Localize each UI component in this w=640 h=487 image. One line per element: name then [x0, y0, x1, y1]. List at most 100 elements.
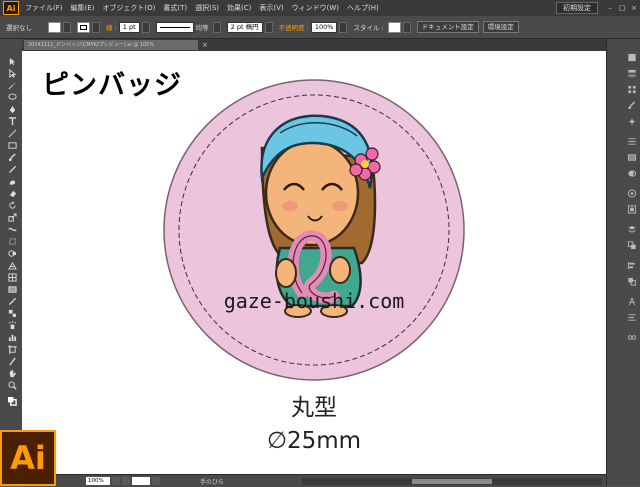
status-bar: 100% 手のひら [22, 474, 606, 487]
prev-artboard-button[interactable] [122, 477, 130, 485]
stroke-panel-icon[interactable] [627, 137, 637, 146]
stroke-dropdown-icon[interactable] [92, 21, 100, 33]
brushes-panel-icon[interactable] [627, 101, 637, 110]
pathfinder-panel-icon[interactable] [627, 277, 637, 286]
brush-field[interactable]: 2 pt 楕円 [226, 21, 263, 33]
size-label: ∅25mm [266, 428, 362, 454]
eyedropper-tool-icon[interactable] [8, 297, 17, 306]
stroke-width-dropdown-icon[interactable] [141, 21, 150, 33]
magic-wand-tool-icon[interactable] [8, 81, 17, 90]
zoom-tool-icon[interactable] [8, 381, 17, 390]
horizontal-scrollbar[interactable] [302, 477, 602, 485]
menu-effect[interactable]: 効果(C) [227, 3, 251, 13]
scale-tool-icon[interactable] [8, 213, 17, 222]
layers-panel-icon[interactable] [627, 225, 637, 234]
menu-window[interactable]: ウィンドウ(W) [292, 3, 339, 13]
symbols-panel-icon[interactable] [627, 117, 637, 126]
symbol-sprayer-tool-icon[interactable] [8, 321, 17, 330]
selection-status: 選択なし [6, 24, 32, 32]
menu-object[interactable]: オブジェクト(O) [102, 3, 155, 13]
menu-help[interactable]: ヘルプ(H) [347, 3, 379, 13]
artboard-tool-icon[interactable] [8, 345, 17, 354]
stroke-label[interactable]: 線 : [106, 22, 117, 32]
document-tab-bar: 20141111_ピンバッジ(CMYK/プレビュー).ai @ 100% × [22, 39, 606, 51]
graphic-styles-panel-icon[interactable] [627, 205, 637, 214]
style-swatch[interactable] [387, 21, 401, 33]
close-icon[interactable]: × [628, 4, 640, 12]
color-panel-icon[interactable] [627, 53, 637, 62]
document-tab-title: 20141111_ピンバッジ(CMYK/プレビュー).ai @ 100% [28, 42, 155, 48]
stroke-swatch[interactable] [77, 21, 90, 33]
mesh-tool-icon[interactable] [8, 273, 17, 282]
document-tab[interactable]: 20141111_ピンバッジ(CMYK/プレビュー).ai @ 100% [24, 40, 198, 50]
stroke-width-field[interactable]: 1 pt [118, 21, 140, 33]
line-segment-tool-icon[interactable] [8, 129, 17, 138]
gradient-panel-icon[interactable] [627, 153, 637, 162]
line-style-label: 均等 [195, 24, 209, 32]
color-guide-panel-icon[interactable] [627, 69, 637, 78]
free-transform-tool-icon[interactable] [8, 237, 17, 246]
fill-swatch[interactable] [48, 21, 61, 33]
line-style-dropdown-icon[interactable] [212, 21, 221, 33]
transparency-panel-icon[interactable] [627, 169, 637, 178]
type-tool-icon[interactable] [8, 117, 17, 126]
fill-stroke-swatch-icon[interactable] [8, 397, 17, 406]
selection-tool-icon[interactable] [8, 57, 17, 66]
character-panel-icon[interactable] [627, 297, 637, 306]
shape-builder-tool-icon[interactable] [8, 249, 17, 258]
column-graph-tool-icon[interactable] [8, 333, 17, 342]
menu-select[interactable]: 選択(S) [195, 3, 219, 13]
workspace-switcher[interactable]: 初期設定 [556, 2, 598, 14]
swatches-panel-icon[interactable] [627, 85, 637, 94]
pen-tool-icon[interactable] [8, 105, 17, 114]
app-logo-icon: Ai [3, 1, 19, 15]
perspective-grid-tool-icon[interactable] [8, 261, 17, 270]
artboards-panel-icon[interactable] [627, 241, 637, 250]
tab-close-icon[interactable]: × [202, 41, 208, 49]
style-dropdown-icon[interactable] [402, 21, 411, 33]
align-panel-icon[interactable] [627, 261, 637, 270]
variable-width-preview[interactable] [155, 21, 194, 33]
rectangle-tool-icon[interactable] [8, 141, 17, 150]
badge-domain-text: gaze-boushi.com [223, 289, 405, 313]
blob-brush-tool-icon[interactable] [8, 177, 17, 186]
menu-edit[interactable]: 編集(E) [71, 3, 95, 13]
tools-panel [0, 39, 23, 486]
rotate-tool-icon[interactable] [8, 201, 17, 210]
appearance-panel-icon[interactable] [627, 189, 637, 198]
zoom-level-field[interactable]: 100% [86, 477, 110, 485]
opacity-field[interactable]: 100% [310, 21, 338, 33]
opacity-dropdown-icon[interactable] [339, 21, 348, 33]
shape-name-label: 丸型 [291, 395, 337, 421]
blend-tool-icon[interactable] [8, 309, 17, 318]
opacity-label[interactable]: 不透明度 : [279, 22, 309, 32]
preferences-button[interactable]: 環境設定 [482, 21, 519, 33]
minimize-icon[interactable]: – [604, 4, 616, 12]
menu-type[interactable]: 書式(T) [163, 3, 187, 13]
lasso-tool-icon[interactable] [8, 93, 17, 102]
hand-tool-icon[interactable] [8, 369, 17, 378]
current-tool-label: 手のひら [200, 478, 225, 486]
first-artboard-button[interactable] [112, 477, 120, 485]
brush-dropdown-icon[interactable] [264, 21, 273, 33]
paintbrush-tool-icon[interactable] [8, 153, 17, 162]
menu-view[interactable]: 表示(V) [259, 3, 283, 13]
menu-file[interactable]: ファイル(F) [25, 3, 63, 13]
menu-bar: Ai ファイル(F) 編集(E) オブジェクト(O) 書式(T) 選択(S) 効… [0, 0, 640, 16]
document-settings-button[interactable]: ドキュメント設定 [416, 21, 479, 33]
right-panel-dock [606, 39, 640, 486]
links-panel-icon[interactable] [627, 333, 637, 342]
warp-tool-icon[interactable] [8, 225, 17, 234]
eraser-tool-icon[interactable] [8, 189, 17, 198]
next-artboard-button[interactable] [152, 477, 160, 485]
artboard-number-field[interactable] [132, 477, 150, 485]
pin-badge-artwork[interactable] [162, 78, 466, 382]
paragraph-panel-icon[interactable] [627, 313, 637, 322]
gradient-tool-icon[interactable] [8, 285, 17, 294]
fill-dropdown-icon[interactable] [63, 21, 71, 33]
maximize-icon[interactable]: □ [616, 4, 628, 12]
artboard-canvas[interactable]: ピンバッジ gaze-boushi.com 丸型 ∅25mm [22, 51, 606, 474]
direct-selection-tool-icon[interactable] [8, 69, 17, 78]
slice-tool-icon[interactable] [8, 357, 17, 366]
pencil-tool-icon[interactable] [8, 165, 17, 174]
